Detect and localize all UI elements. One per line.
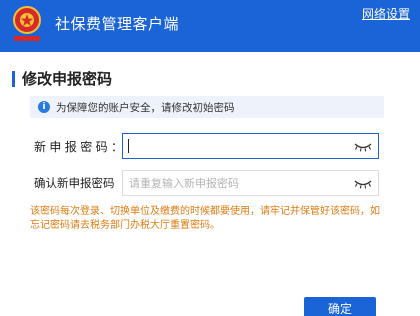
- eye-closed-icon[interactable]: [354, 142, 372, 152]
- app-header: 社保费管理客户端 网络设置: [0, 0, 420, 52]
- eye-closed-icon[interactable]: [354, 179, 372, 189]
- info-banner: i 为保障您的账户安全，请修改初始密码: [30, 96, 384, 118]
- confirm-password-label: 确认新申报密码: [34, 176, 115, 190]
- text-caret: [128, 139, 129, 153]
- info-text: 为保障您的账户安全，请修改初始密码: [56, 102, 235, 114]
- network-settings-link[interactable]: 网络设置: [362, 5, 410, 22]
- confirm-button[interactable]: 确定: [304, 297, 376, 316]
- section-accent-bar: [12, 71, 15, 87]
- new-password-input[interactable]: [123, 134, 343, 158]
- page-title: 修改申报密码: [22, 70, 113, 88]
- tax-emblem-icon: [13, 6, 41, 41]
- info-icon: i: [38, 101, 50, 113]
- new-password-field[interactable]: [122, 133, 379, 159]
- confirm-password-input[interactable]: [123, 171, 343, 195]
- password-warning-text: 该密码每次登录、切换单位及缴费的时候都要使用，请牢记并保管好该密码，如忘记密码请…: [30, 206, 380, 231]
- confirm-password-field[interactable]: [122, 170, 379, 196]
- new-password-label: 新申报密码：: [34, 140, 127, 154]
- app-title: 社保费管理客户端: [55, 15, 180, 33]
